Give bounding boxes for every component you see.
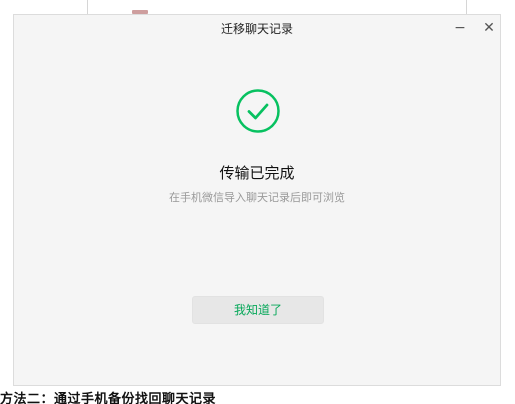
migrate-chat-dialog: 迁移聊天记录 − ✕ 传输已完成 在手机微信导入聊天记录后即可浏览 我知道了 bbox=[13, 14, 501, 386]
check-circle-icon bbox=[236, 89, 280, 133]
ok-button[interactable]: 我知道了 bbox=[192, 296, 324, 324]
background-caption: 方法二：通过手机备份找回聊天记录 bbox=[0, 392, 217, 404]
close-button[interactable]: ✕ bbox=[480, 19, 498, 37]
minimize-icon: − bbox=[454, 20, 466, 36]
close-icon: ✕ bbox=[483, 20, 495, 36]
status-subtitle: 在手机微信导入聊天记录后即可浏览 bbox=[169, 191, 345, 204]
dialog-title: 迁移聊天记录 bbox=[220, 22, 293, 36]
minimize-button[interactable]: − bbox=[451, 19, 469, 37]
status-title: 传输已完成 bbox=[219, 164, 295, 182]
